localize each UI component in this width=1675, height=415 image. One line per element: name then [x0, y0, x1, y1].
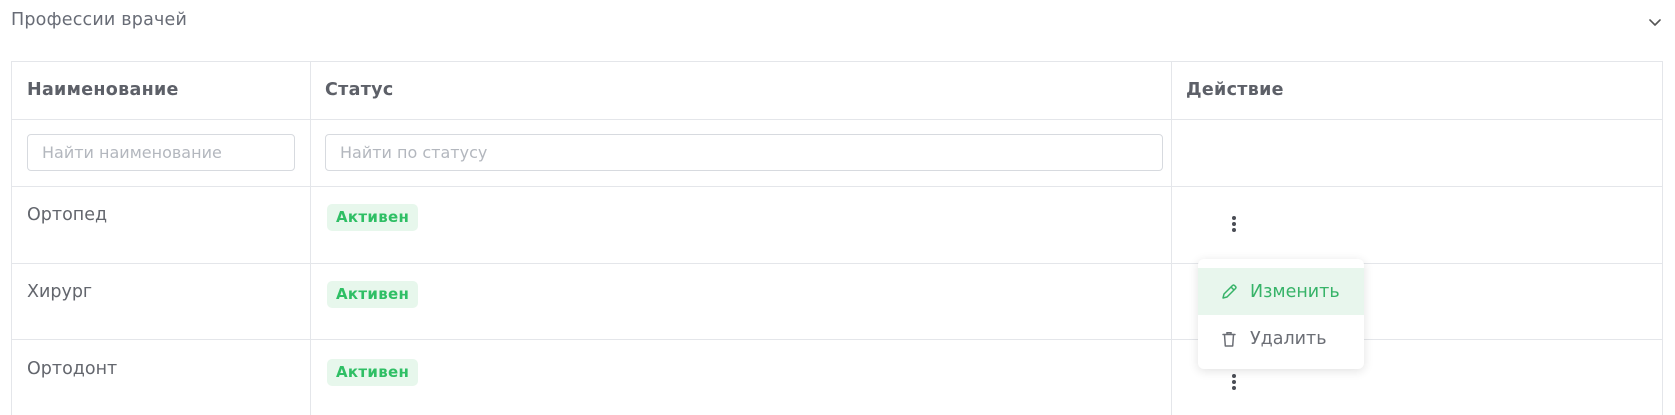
row-action-menu: Изменить Удалить — [1198, 259, 1364, 369]
edit-menu-item[interactable]: Изменить — [1198, 268, 1364, 315]
delete-menu-item[interactable]: Удалить — [1198, 315, 1364, 362]
status-badge: Активен — [327, 359, 419, 386]
row-actions-button[interactable] — [1227, 214, 1241, 236]
trash-icon — [1222, 331, 1236, 347]
professions-table: Наименование Статус Действие Ортопед Акт… — [11, 61, 1663, 415]
chevron-down-icon[interactable] — [1648, 15, 1662, 29]
status-badge: Активен — [327, 281, 419, 308]
row-name: Ортодонт — [27, 359, 118, 379]
status-badge: Активен — [327, 204, 419, 231]
column-header-name[interactable]: Наименование — [27, 80, 179, 100]
section-title: Профессии врачей — [11, 10, 188, 30]
pencil-icon — [1222, 283, 1237, 299]
status-filter-input[interactable] — [325, 134, 1163, 171]
row-actions-button[interactable] — [1227, 372, 1241, 394]
delete-menu-label: Удалить — [1250, 328, 1327, 349]
edit-menu-label: Изменить — [1250, 281, 1340, 302]
name-filter-input[interactable] — [27, 134, 295, 171]
section-header[interactable]: Профессии врачей — [0, 0, 1675, 46]
column-header-action: Действие — [1186, 80, 1284, 100]
row-name: Ортопед — [27, 205, 108, 225]
row-name: Хирург — [27, 282, 93, 302]
column-header-status[interactable]: Статус — [325, 80, 394, 100]
